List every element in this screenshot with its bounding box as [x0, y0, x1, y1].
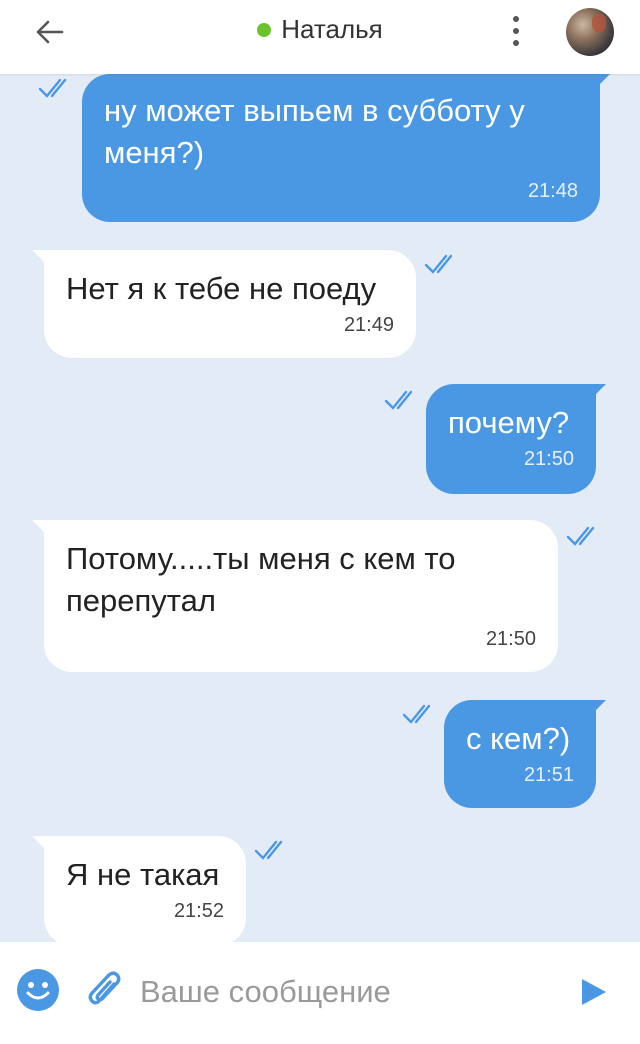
message-bubble-outgoing[interactable]: почему? 21:50 — [426, 384, 606, 494]
message-text: Потому.....ты меня с кем то перепутал — [66, 541, 456, 618]
message-bubble-incoming[interactable]: Я не такая 21:52 — [32, 836, 246, 942]
double-check-icon — [566, 526, 595, 546]
chat-header: Наталья — [0, 0, 640, 74]
message-text: Нет я к тебе не поеду — [66, 271, 377, 306]
message-text: Я не такая — [66, 857, 220, 892]
contact-avatar[interactable] — [566, 8, 614, 56]
contact-name: Наталья — [281, 14, 383, 44]
message-time: 21:48 — [527, 180, 578, 202]
double-check-icon — [254, 840, 283, 860]
contact-title[interactable]: Наталья — [0, 14, 640, 45]
message-text: ну может выпьем в субботу у меня?) — [104, 93, 525, 170]
message-time: 21:52 — [173, 900, 224, 922]
message-bubble-incoming[interactable]: Потому.....ты меня с кем то перепутал 21… — [32, 520, 558, 672]
message-time: 21:49 — [343, 314, 394, 336]
paperclip-icon[interactable] — [86, 968, 124, 1012]
message-bubble-outgoing[interactable]: ну может выпьем в субботу у меня?) 21:48 — [82, 74, 610, 222]
message-time: 21:50 — [485, 628, 536, 650]
message-time: 21:51 — [523, 764, 574, 786]
message-bubble-outgoing[interactable]: с кем?) 21:51 — [444, 700, 606, 808]
message-text: почему? — [448, 405, 570, 440]
message-time: 21:50 — [523, 448, 574, 470]
message-composer — [0, 942, 640, 1044]
double-check-icon — [402, 704, 431, 724]
message-text: с кем?) — [466, 721, 571, 756]
send-icon[interactable] — [578, 976, 610, 1008]
online-status-icon — [257, 22, 272, 37]
more-vert-icon[interactable] — [505, 14, 527, 48]
message-list[interactable]: ну может выпьем в субботу у меня?) 21:48… — [0, 74, 640, 942]
smile-icon[interactable] — [16, 968, 60, 1012]
double-check-icon — [424, 254, 453, 274]
double-check-icon — [38, 78, 67, 98]
double-check-icon — [384, 390, 413, 410]
message-input[interactable] — [140, 970, 550, 1014]
message-bubble-incoming[interactable]: Нет я к тебе не поеду 21:49 — [32, 250, 416, 358]
